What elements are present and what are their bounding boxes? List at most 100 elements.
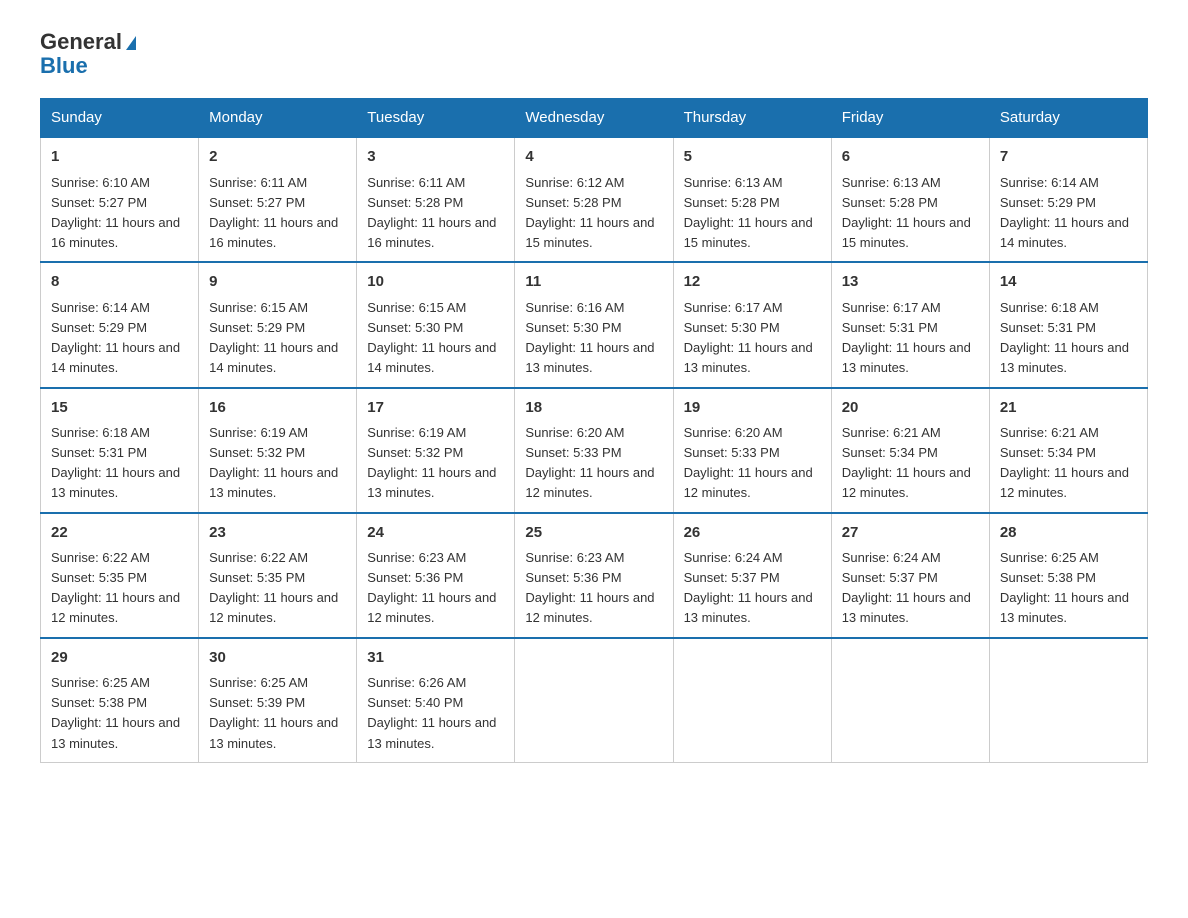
calendar-day-cell: 2 Sunrise: 6:11 AMSunset: 5:27 PMDaylight… [199,137,357,262]
day-number: 6 [842,146,979,169]
day-number: 5 [684,146,821,169]
calendar-day-cell: 3Sunrise: 6:11 AMSunset: 5:28 PMDaylight… [357,137,515,262]
day-number: 12 [684,271,821,294]
day-info: Sunrise: 6:14 AMSunset: 5:29 PMDaylight:… [51,298,188,379]
logo-general-text: General [40,30,136,54]
day-number: 20 [842,397,979,420]
day-number: 9 [209,271,346,294]
calendar-day-cell: 22Sunrise: 6:22 AMSunset: 5:35 PMDayligh… [41,513,199,638]
day-number: 1 [51,146,188,169]
day-of-week-header: Friday [831,99,989,138]
day-number: 2 [209,146,346,169]
calendar-day-cell: 27 Sunrise: 6:24 AMSunset: 5:37 PMDayligh… [831,513,989,638]
calendar-day-cell: 9 Sunrise: 6:15 AMSunset: 5:29 PMDaylight… [199,262,357,387]
day-info: Sunrise: 6:14 AMSunset: 5:29 PMDaylight:… [1000,173,1137,254]
day-info: Sunrise: 6:19 AMSunset: 5:32 PMDaylight:… [209,423,346,504]
calendar-day-cell: 19Sunrise: 6:20 AMSunset: 5:33 PMDayligh… [673,388,831,513]
day-of-week-header: Saturday [989,99,1147,138]
day-info: Sunrise: 6:23 AMSunset: 5:36 PMDaylight:… [367,548,504,629]
day-of-week-header: Tuesday [357,99,515,138]
day-number: 16 [209,397,346,420]
day-info: Sunrise: 6:17 AMSunset: 5:31 PMDaylight:… [842,298,979,379]
day-info: Sunrise: 6:11 AMSunset: 5:28 PMDaylight:… [367,173,504,254]
calendar-day-cell: 7 Sunrise: 6:14 AMSunset: 5:29 PMDaylight… [989,137,1147,262]
calendar-day-cell: 6 Sunrise: 6:13 AMSunset: 5:28 PMDaylight… [831,137,989,262]
day-number: 11 [525,271,662,294]
day-info: Sunrise: 6:24 AMSunset: 5:37 PMDaylight:… [842,548,979,629]
calendar-day-cell: 4 Sunrise: 6:12 AMSunset: 5:28 PMDaylight… [515,137,673,262]
day-info: Sunrise: 6:18 AMSunset: 5:31 PMDaylight:… [1000,298,1137,379]
calendar-day-cell: 24Sunrise: 6:23 AMSunset: 5:36 PMDayligh… [357,513,515,638]
calendar-day-cell: 11Sunrise: 6:16 AMSunset: 5:30 PMDayligh… [515,262,673,387]
day-number: 15 [51,397,188,420]
day-info: Sunrise: 6:25 AMSunset: 5:38 PMDaylight:… [51,673,188,754]
day-info: Sunrise: 6:21 AMSunset: 5:34 PMDaylight:… [842,423,979,504]
calendar-day-cell [989,638,1147,763]
day-number: 7 [1000,146,1137,169]
day-number: 10 [367,271,504,294]
day-info: Sunrise: 6:20 AMSunset: 5:33 PMDaylight:… [684,423,821,504]
calendar-day-cell: 17Sunrise: 6:19 AMSunset: 5:32 PMDayligh… [357,388,515,513]
day-number: 8 [51,271,188,294]
day-info: Sunrise: 6:25 AMSunset: 5:39 PMDaylight:… [209,673,346,754]
calendar-header-row: SundayMondayTuesdayWednesdayThursdayFrid… [41,99,1148,138]
day-of-week-header: Sunday [41,99,199,138]
day-number: 25 [525,522,662,545]
day-info: Sunrise: 6:13 AMSunset: 5:28 PMDaylight:… [684,173,821,254]
day-info: Sunrise: 6:22 AMSunset: 5:35 PMDaylight:… [209,548,346,629]
day-info: Sunrise: 6:15 AMSunset: 5:29 PMDaylight:… [209,298,346,379]
calendar-day-cell: 8 Sunrise: 6:14 AMSunset: 5:29 PMDaylight… [41,262,199,387]
calendar-week-row: 8 Sunrise: 6:14 AMSunset: 5:29 PMDaylight… [41,262,1148,387]
day-number: 23 [209,522,346,545]
calendar-day-cell: 29 Sunrise: 6:25 AMSunset: 5:38 PMDayligh… [41,638,199,763]
day-info: Sunrise: 6:12 AMSunset: 5:28 PMDaylight:… [525,173,662,254]
calendar-day-cell [673,638,831,763]
calendar-day-cell: 15 Sunrise: 6:18 AMSunset: 5:31 PMDayligh… [41,388,199,513]
calendar-day-cell: 31Sunrise: 6:26 AMSunset: 5:40 PMDayligh… [357,638,515,763]
calendar-day-cell: 12 Sunrise: 6:17 AMSunset: 5:30 PMDayligh… [673,262,831,387]
day-number: 27 [842,522,979,545]
calendar-day-cell [831,638,989,763]
calendar-day-cell: 28 Sunrise: 6:25 AMSunset: 5:38 PMDayligh… [989,513,1147,638]
day-info: Sunrise: 6:20 AMSunset: 5:33 PMDaylight:… [525,423,662,504]
logo-blue-text: Blue [40,54,136,78]
day-number: 4 [525,146,662,169]
calendar-week-row: 22 Sunrise: 6:22 AMSunset: 5:35 PMDayligh… [41,513,1148,638]
day-number: 28 [1000,522,1137,545]
calendar-day-cell: 26 Sunrise: 6:24 AMSunset: 5:37 PMDayligh… [673,513,831,638]
day-number: 26 [684,522,821,545]
day-info: Sunrise: 6:17 AMSunset: 5:30 PMDaylight:… [684,298,821,379]
day-info: Sunrise: 6:23 AMSunset: 5:36 PMDaylight:… [525,548,662,629]
calendar-day-cell: 21 Sunrise: 6:21 AMSunset: 5:34 PMDayligh… [989,388,1147,513]
day-number: 21 [1000,397,1137,420]
calendar-day-cell: 5 Sunrise: 6:13 AMSunset: 5:28 PMDaylight… [673,137,831,262]
logo: General Blue [40,30,136,78]
day-info: Sunrise: 6:19 AMSunset: 5:32 PMDaylight:… [367,423,504,504]
day-info: Sunrise: 6:21 AMSunset: 5:34 PMDaylight:… [1000,423,1137,504]
page-header: General Blue [40,30,1148,78]
day-number: 18 [525,397,662,420]
day-number: 13 [842,271,979,294]
logo-triangle-icon [126,36,136,50]
day-info: Sunrise: 6:13 AMSunset: 5:28 PMDaylight:… [842,173,979,254]
day-info: Sunrise: 6:10 AMSunset: 5:27 PMDaylight:… [51,173,188,254]
calendar-week-row: 1 Sunrise: 6:10 AMSunset: 5:27 PMDaylight… [41,137,1148,262]
day-number: 22 [51,522,188,545]
day-info: Sunrise: 6:26 AMSunset: 5:40 PMDaylight:… [367,673,504,754]
day-number: 29 [51,647,188,670]
day-of-week-header: Wednesday [515,99,673,138]
day-info: Sunrise: 6:25 AMSunset: 5:38 PMDaylight:… [1000,548,1137,629]
day-number: 14 [1000,271,1137,294]
day-of-week-header: Thursday [673,99,831,138]
calendar-day-cell: 30 Sunrise: 6:25 AMSunset: 5:39 PMDayligh… [199,638,357,763]
calendar-week-row: 29 Sunrise: 6:25 AMSunset: 5:38 PMDayligh… [41,638,1148,763]
day-info: Sunrise: 6:18 AMSunset: 5:31 PMDaylight:… [51,423,188,504]
calendar-day-cell: 13 Sunrise: 6:17 AMSunset: 5:31 PMDayligh… [831,262,989,387]
day-number: 30 [209,647,346,670]
day-info: Sunrise: 6:11 AMSunset: 5:27 PMDaylight:… [209,173,346,254]
calendar-day-cell: 14 Sunrise: 6:18 AMSunset: 5:31 PMDayligh… [989,262,1147,387]
calendar-day-cell: 1 Sunrise: 6:10 AMSunset: 5:27 PMDaylight… [41,137,199,262]
calendar-day-cell: 20 Sunrise: 6:21 AMSunset: 5:34 PMDayligh… [831,388,989,513]
day-of-week-header: Monday [199,99,357,138]
day-info: Sunrise: 6:24 AMSunset: 5:37 PMDaylight:… [684,548,821,629]
